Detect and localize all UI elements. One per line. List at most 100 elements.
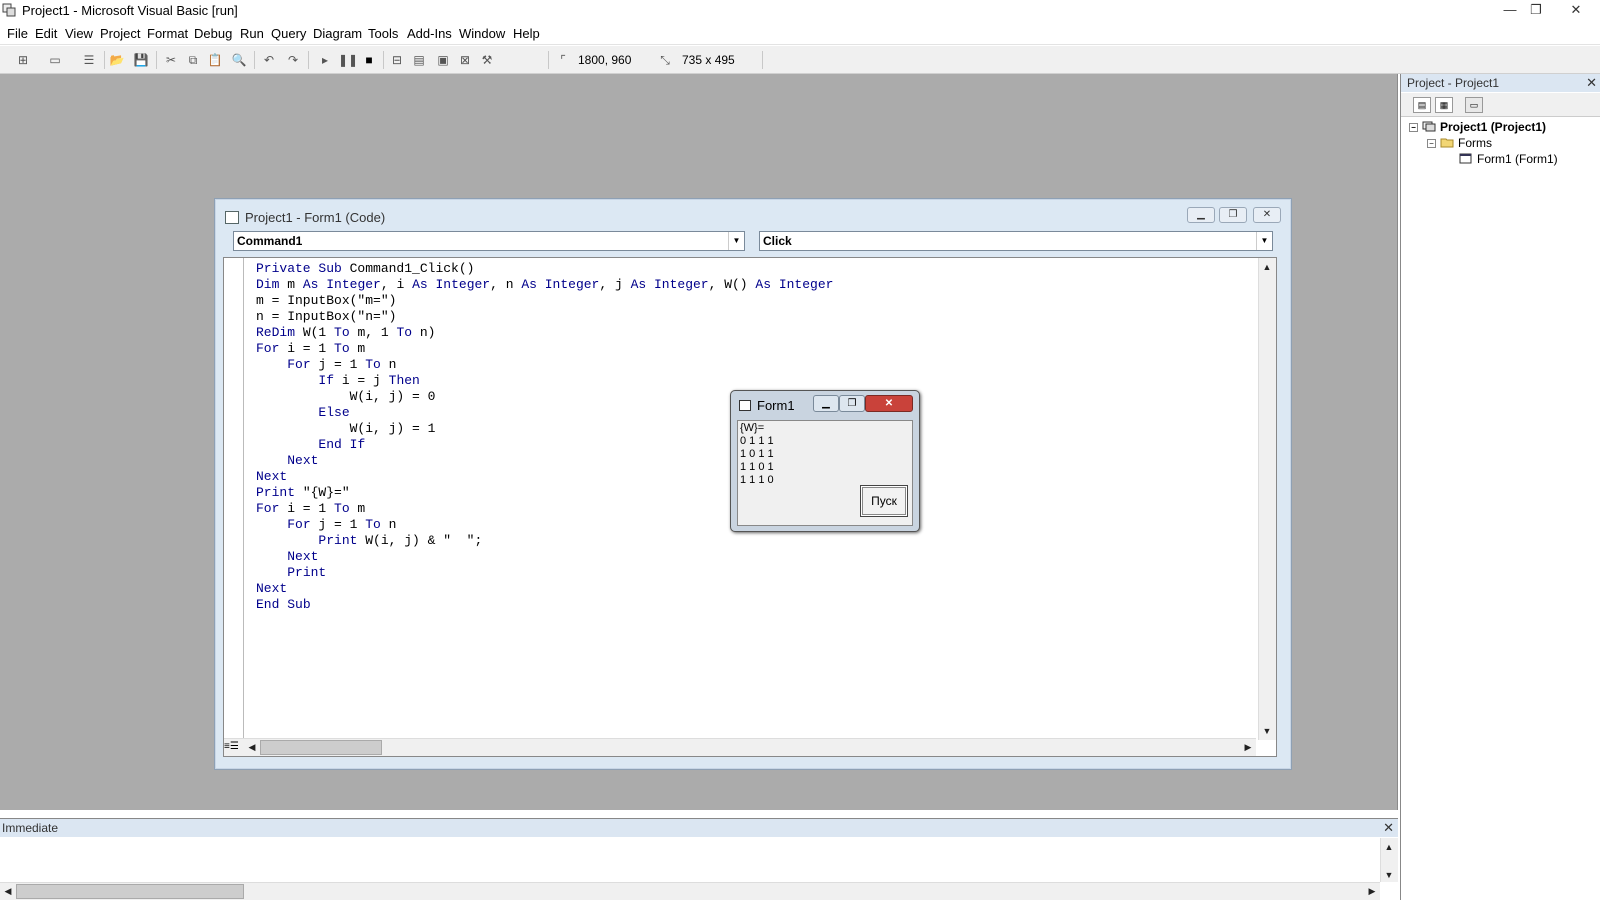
menu-help[interactable]: Help (513, 26, 540, 41)
position-icon: ⌜ (560, 53, 566, 67)
menu-view[interactable]: View (65, 26, 93, 41)
immediate-horizontal-scrollbar[interactable]: ◀ ▶ (0, 882, 1380, 900)
immediate-header: Immediate ✕ (0, 819, 1398, 837)
code-close-button[interactable]: ✕ (1253, 207, 1281, 223)
menu-edit[interactable]: Edit (35, 26, 57, 41)
code-line[interactable]: Print W(i, j) & " "; (256, 533, 833, 549)
find-icon[interactable]: 🔍 (230, 51, 248, 69)
maximize-button[interactable]: ❐ (1522, 1, 1550, 19)
collapse-icon[interactable]: − (1409, 123, 1418, 132)
close-icon[interactable]: ✕ (1586, 74, 1597, 92)
menu-tools[interactable]: Tools (368, 26, 398, 41)
code-line[interactable]: For i = 1 To m (256, 341, 833, 357)
add-project-icon[interactable]: ⊞ (14, 51, 32, 69)
object-browser-icon[interactable]: ⊠ (456, 51, 474, 69)
close-icon[interactable]: ✕ (1383, 819, 1394, 837)
add-form-icon[interactable]: ▭ (46, 51, 64, 69)
scroll-up-icon[interactable]: ▲ (1259, 262, 1275, 272)
view-object-icon[interactable]: ▦ (1435, 97, 1453, 113)
code-line[interactable]: ReDim W(1 To m, 1 To n) (256, 325, 833, 341)
menu-format[interactable]: Format (147, 26, 188, 41)
code-line[interactable]: If i = j Then (256, 373, 833, 389)
menu-bar: File Edit View Project Format Debug Run … (0, 23, 1600, 45)
minimize-button[interactable]: — (1496, 1, 1524, 19)
menu-diagram[interactable]: Diagram (313, 26, 362, 41)
menu-project[interactable]: Project (100, 26, 140, 41)
menu-file[interactable]: File (7, 26, 28, 41)
code-window-title: Project1 - Form1 (Code) (245, 210, 386, 225)
procedure-combo[interactable]: Click ▼ (759, 231, 1273, 251)
form1-minimize-button[interactable]: ▁ (813, 395, 839, 412)
code-line[interactable]: End Sub (256, 597, 833, 613)
tree-project-node[interactable]: − Project1 (Project1) (1409, 120, 1546, 134)
form1-client-area: {W}= 0 1 1 1 1 0 1 1 1 1 0 1 1 1 1 0 Пус… (737, 420, 913, 526)
toolbox-icon[interactable]: ⚒ (478, 51, 496, 69)
scroll-right-icon[interactable]: ▶ (1240, 742, 1256, 753)
menu-debug[interactable]: Debug (194, 26, 232, 41)
open-project-icon[interactable]: 📂 (108, 51, 126, 69)
form-layout-icon[interactable]: ▣ (434, 51, 452, 69)
immediate-scroll-thumb[interactable] (16, 884, 244, 899)
size-readout: 735 x 495 (682, 53, 735, 67)
code-window-icon (225, 211, 239, 224)
immediate-title: Immediate (2, 821, 59, 835)
menu-editor-icon[interactable]: ☰ (80, 51, 98, 69)
code-line[interactable]: m = InputBox("m=") (256, 293, 833, 309)
scroll-left-icon[interactable]: ◀ (244, 742, 260, 753)
start-button[interactable]: Пуск (860, 485, 908, 517)
project-icon (1422, 121, 1436, 132)
menu-window[interactable]: Window (459, 26, 505, 41)
redo-icon[interactable]: ↷ (284, 51, 302, 69)
scroll-down-icon[interactable]: ▼ (1381, 870, 1397, 880)
scroll-down-icon[interactable]: ▼ (1259, 726, 1275, 736)
scroll-up-icon[interactable]: ▲ (1381, 842, 1397, 852)
object-combo-value: Command1 (237, 234, 303, 248)
tree-form1-node[interactable]: Form1 (Form1) (1459, 152, 1558, 166)
code-line[interactable]: Print (256, 565, 833, 581)
project-explorer-toolbar: ▤ ▦ ▭ (1401, 93, 1600, 117)
object-combo[interactable]: Command1 ▼ (233, 231, 745, 251)
scroll-right-icon[interactable]: ▶ (1364, 886, 1380, 897)
immediate-vertical-scrollbar[interactable]: ▲ ▼ (1380, 838, 1398, 882)
undo-icon[interactable]: ↶ (260, 51, 278, 69)
menu-run[interactable]: Run (240, 26, 264, 41)
horizontal-scrollbar[interactable]: ◀ ▶ (244, 738, 1256, 756)
cut-icon[interactable]: ✂ (162, 51, 180, 69)
start-icon[interactable]: ▸ (316, 51, 334, 69)
code-line[interactable]: For j = 1 To n (256, 357, 833, 373)
close-button[interactable]: ✕ (1562, 1, 1590, 19)
form-icon (739, 400, 751, 411)
chevron-down-icon[interactable]: ▼ (728, 232, 744, 250)
code-line[interactable]: Next (256, 581, 833, 597)
horizontal-scroll-thumb[interactable] (260, 740, 382, 755)
view-toggle-icons[interactable]: ≡☰ (224, 738, 244, 756)
vertical-scrollbar[interactable]: ▲ ▼ (1258, 258, 1276, 740)
tree-forms-folder[interactable]: − Forms (1427, 136, 1492, 150)
end-icon[interactable]: ■ (360, 51, 378, 69)
break-icon[interactable]: ❚❚ (338, 51, 358, 69)
code-maximize-button[interactable]: ❐ (1219, 207, 1247, 223)
menu-query[interactable]: Query (271, 26, 306, 41)
collapse-icon[interactable]: − (1427, 139, 1436, 148)
chevron-down-icon[interactable]: ▼ (1256, 232, 1272, 250)
view-code-icon[interactable]: ▤ (1413, 97, 1431, 113)
code-line[interactable]: Dim m As Integer, i As Integer, n As Int… (256, 277, 833, 293)
project-explorer: Project - Project1 ✕ ▤ ▦ ▭ − Project1 (Pr… (1400, 74, 1600, 900)
toggle-folders-icon[interactable]: ▭ (1465, 97, 1483, 113)
tree-project-label: Project1 (Project1) (1440, 120, 1547, 134)
scroll-left-icon[interactable]: ◀ (0, 886, 16, 897)
project-explorer-icon[interactable]: ⊟ (388, 51, 406, 69)
code-line[interactable]: n = InputBox("n=") (256, 309, 833, 325)
code-line[interactable]: Next (256, 549, 833, 565)
menu-addins[interactable]: Add-Ins (407, 26, 452, 41)
project-explorer-header: Project - Project1 ✕ (1401, 74, 1600, 92)
code-minimize-button[interactable]: ▁ (1187, 207, 1215, 223)
code-line[interactable]: Private Sub Command1_Click() (256, 261, 833, 277)
paste-icon[interactable]: 📋 (206, 51, 224, 69)
copy-icon[interactable]: ⧉ (184, 51, 202, 69)
form1-maximize-button[interactable]: ❐ (839, 395, 865, 412)
immediate-window: Immediate ✕ ▲ ▼ ◀ ▶ (0, 818, 1398, 900)
properties-window-icon[interactable]: ▤ (410, 51, 428, 69)
save-project-icon[interactable]: 💾 (132, 51, 150, 69)
form1-close-button[interactable]: ✕ (865, 395, 913, 412)
